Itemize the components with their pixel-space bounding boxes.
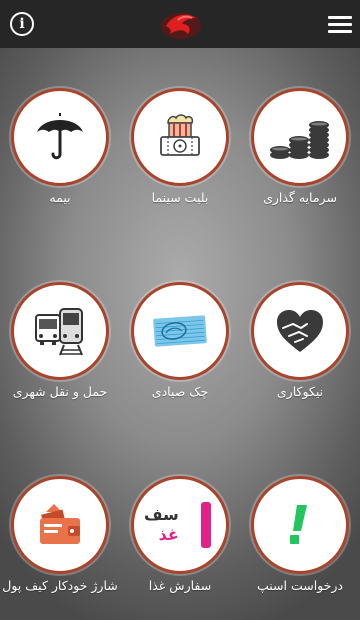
tile-insurance-label: بیمه [49,190,71,205]
tile-cinema[interactable]: بلیت سینما [120,88,240,205]
hamburger-menu-icon[interactable] [328,16,352,34]
tile-wallet-label: شارژ خودکار کیف پول [2,578,118,593]
tile-charity-label: نیکوکاری [276,384,324,399]
cinema-ticket-icon [160,114,200,156]
tile-investment-circle[interactable] [251,88,349,186]
tile-cinema-label: بلیت سینما [151,190,209,205]
tile-cheque-circle[interactable] [131,282,229,380]
tile-snapp-circle[interactable] [251,476,349,574]
tile-cheque[interactable]: چک صیادی [120,282,240,399]
tile-transport-circle[interactable] [11,282,109,380]
tile-food-circle[interactable]: سف غذ [131,476,229,574]
brand-logo-icon [161,13,201,39]
tile-investment-label: سرمایه گذاری [263,190,337,205]
snapp-icon [290,505,307,544]
tile-charity-circle[interactable] [251,282,349,380]
umbrella-icon [37,113,83,160]
heart-hands-icon [277,310,323,352]
tile-investment[interactable]: سرمایه گذاری [240,88,360,205]
snappfood-icon: سف غذ [144,502,211,548]
info-icon[interactable]: i [10,12,34,36]
tile-insurance[interactable]: بیمه [0,88,120,205]
coin-stacks-icon [270,121,329,159]
tile-cheque-label: چک صیادی [151,384,209,399]
tile-snapp[interactable]: درخواست اسنپ [240,476,360,593]
wallet-icon [40,504,80,544]
cheque-icon [153,315,207,347]
tile-wallet[interactable]: شارژ خودکار کیف پول [0,476,120,593]
tile-snapp-label: درخواست اسنپ [257,578,343,593]
tile-food[interactable]: سف غذ سفارش غذا [120,476,240,593]
tile-wallet-circle[interactable] [11,476,109,574]
tile-transport-label: حمل و نقل شهری [12,384,108,399]
tile-charity[interactable]: نیکوکاری [240,282,360,399]
tile-food-label: سفارش غذا [148,578,212,593]
tile-transport[interactable]: حمل و نقل شهری [0,282,120,399]
bus-train-icon [35,308,83,356]
tile-insurance-circle[interactable] [11,88,109,186]
tile-cinema-circle[interactable] [131,88,229,186]
top-bar: i [0,0,360,48]
